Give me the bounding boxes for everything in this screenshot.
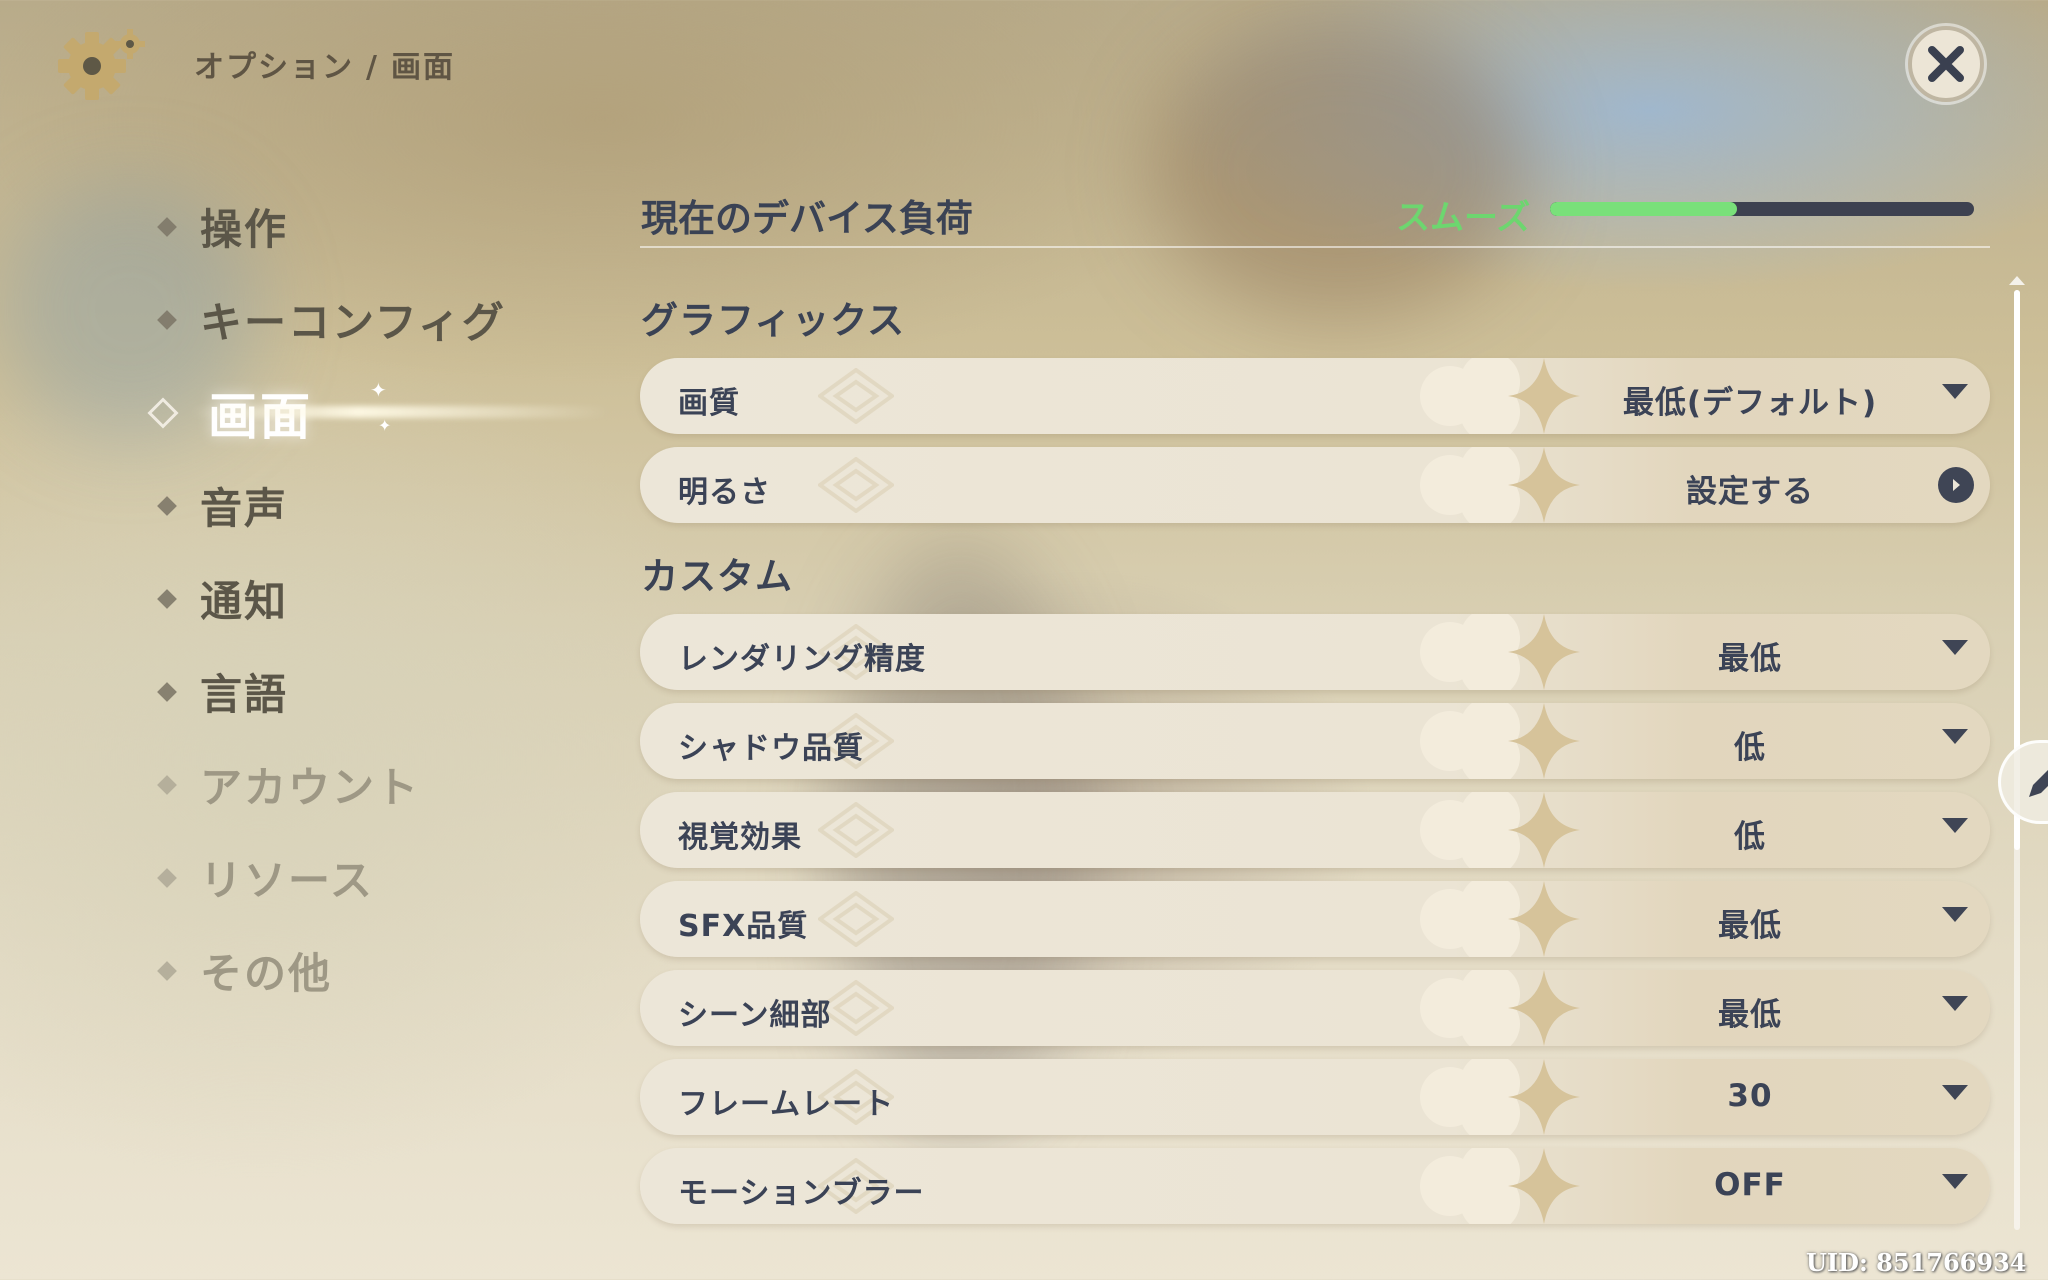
bullet-icon [157, 495, 177, 516]
sparkle-icon: ✦ [378, 416, 392, 435]
sidebar-item-label: 操作 [200, 205, 289, 254]
device-load-status: スムーズ [1396, 198, 1531, 238]
breadcrumb: オプション / 画面 [194, 42, 455, 86]
deco-star-icon [1420, 881, 1580, 957]
bullet-icon [157, 309, 177, 330]
sidebar-item-other[interactable]: その他 [150, 924, 590, 1017]
sidebar-item-label: 通知 [200, 577, 289, 626]
deco-star-icon [1420, 358, 1580, 434]
setting-row-sfx-quality[interactable]: SFX品質 最低 [640, 881, 1990, 957]
bullet-icon [157, 216, 177, 237]
sidebar-item-key-config[interactable]: キーコンフィグ [150, 273, 590, 366]
pencil-icon [2029, 770, 2048, 797]
sidebar-item-label: その他 [200, 949, 333, 998]
sparkle-icon: ✦ [370, 378, 387, 402]
deco-diamond-icon [818, 891, 894, 947]
device-load-title: 現在のデバイス負荷 [641, 197, 973, 240]
sidebar-item-label: 言語 [200, 670, 289, 719]
bullet-icon [157, 774, 177, 795]
chevron-down-icon [1942, 729, 1968, 744]
sidebar-item-label: キーコンフィグ [200, 298, 506, 347]
deco-star-icon [1420, 970, 1580, 1046]
chevron-down-icon [1942, 1174, 1968, 1189]
chevron-down-icon [1942, 1085, 1968, 1100]
sidebar-item-label: 音声 [200, 484, 289, 533]
setting-name: SFX品質 [678, 909, 809, 944]
sidebar-item-notifications[interactable]: 通知 [150, 552, 590, 645]
setting-name: シャドウ品質 [678, 731, 864, 766]
bullet-icon [157, 681, 177, 702]
setting-row-frame-rate[interactable]: フレームレート 30 [640, 1059, 1990, 1135]
deco-star-icon [1420, 447, 1580, 523]
chevron-down-icon [1942, 996, 1968, 1011]
setting-name: 画質 [678, 386, 740, 421]
sidebar-item-audio[interactable]: 音声 [150, 459, 590, 552]
deco-star-icon [1420, 614, 1580, 690]
setting-name: 視覚効果 [678, 820, 802, 855]
sidebar-item-account[interactable]: アカウント [150, 738, 590, 831]
section-title-custom: カスタム [641, 555, 793, 598]
divider [640, 246, 1990, 248]
chevron-down-icon [1942, 640, 1968, 655]
settings-gear-icon [56, 28, 152, 104]
sidebar-item-label: リソース [200, 856, 374, 905]
setting-value: 最低(デフォルト) [1622, 385, 1878, 421]
setting-name: シーン細部 [678, 998, 832, 1033]
uid-label: UID: 851766934 [1806, 1248, 2027, 1277]
sidebar-nav: 操作 キーコンフィグ 画面 ✦ ✦ 音声 通知 言語 アカウント リソース その… [147, 180, 610, 1017]
sidebar-item-resources[interactable]: リソース [150, 831, 590, 924]
deco-star-icon [1420, 1148, 1580, 1224]
chevron-down-icon [1942, 384, 1968, 399]
sidebar-item-display[interactable]: 画面 ✦ ✦ [147, 366, 610, 459]
setting-name: モーションブラー [678, 1176, 925, 1211]
setting-row-motion-blur[interactable]: モーションブラー OFF [640, 1148, 1990, 1224]
bullet-icon [157, 867, 177, 888]
setting-row-render-resolution[interactable]: レンダリング精度 最低 [640, 614, 1990, 690]
close-icon [1928, 46, 1964, 82]
deco-star-icon [1420, 703, 1580, 779]
breadcrumb-separator: / [366, 50, 379, 85]
device-load-fill [1550, 202, 1737, 216]
setting-row-shadow-quality[interactable]: シャドウ品質 低 [640, 703, 1990, 779]
section-title-graphics: グラフィックス [641, 299, 906, 342]
close-button[interactable] [1908, 26, 1984, 102]
chevron-down-icon [1942, 818, 1968, 833]
setting-row-scene-detail[interactable]: シーン細部 最低 [640, 970, 1990, 1046]
sidebar-item-label: アカウント [200, 763, 421, 812]
bullet-icon [147, 396, 179, 429]
setting-value: 低 [1734, 819, 1766, 855]
sidebar-item-language[interactable]: 言語 [150, 645, 590, 738]
deco-diamond-icon [818, 368, 894, 424]
setting-name: フレームレート [678, 1087, 895, 1122]
active-glow [190, 406, 610, 418]
setting-name: レンダリング精度 [678, 642, 926, 677]
deco-star-icon [1420, 792, 1580, 868]
device-load-bar [1550, 202, 1974, 216]
setting-value: 低 [1734, 730, 1766, 766]
setting-row-visual-effects[interactable]: 視覚効果 低 [640, 792, 1990, 868]
setting-value: 最低 [1718, 908, 1782, 944]
setting-value: 設定する [1686, 474, 1814, 510]
deco-star-icon [1420, 1059, 1580, 1135]
breadcrumb-current: 画面 [390, 50, 455, 85]
edit-button[interactable] [1998, 740, 2048, 824]
setting-name: 明るさ [678, 475, 771, 510]
bullet-icon [157, 588, 177, 609]
setting-value: 最低 [1718, 641, 1782, 677]
setting-row-brightness[interactable]: 明るさ 設定する [640, 447, 1990, 523]
setting-value: OFF [1714, 1167, 1786, 1203]
arrow-right-icon [1938, 467, 1974, 503]
bullet-icon [157, 960, 177, 981]
setting-row-quality[interactable]: 画質 最低(デフォルト) [640, 358, 1990, 434]
breadcrumb-parent: オプション [194, 50, 354, 85]
deco-diamond-icon [818, 802, 894, 858]
scroll-up-icon[interactable] [2009, 276, 2025, 285]
setting-value: 30 [1727, 1078, 1773, 1114]
sidebar-item-controls[interactable]: 操作 [150, 180, 590, 273]
setting-value: 最低 [1718, 997, 1782, 1033]
device-load: 現在のデバイス負荷 スムーズ [640, 180, 1990, 250]
deco-diamond-icon [818, 457, 894, 513]
chevron-down-icon [1942, 907, 1968, 922]
